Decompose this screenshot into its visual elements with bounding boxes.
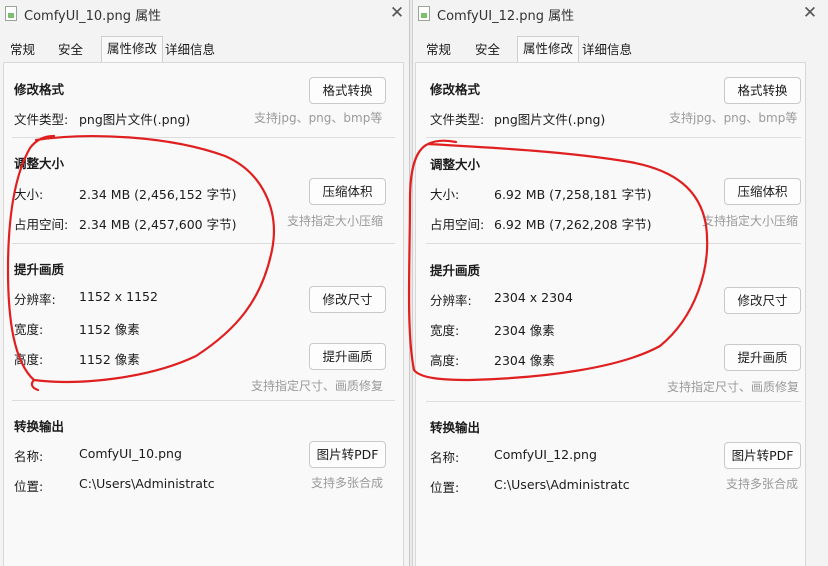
resolution-value: 2304 x 2304 [494, 290, 573, 305]
tab-panel: 修改格式 格式转换 文件类型: png图片文件(.png) 支持jpg、png、… [3, 62, 404, 566]
format-heading: 修改格式 [430, 82, 481, 97]
width-value: 2304 像素 [494, 323, 555, 338]
file-type-label: 文件类型: [430, 112, 485, 127]
divider [12, 137, 395, 138]
name-label: 名称: [14, 449, 44, 464]
png-file-icon [5, 6, 17, 21]
size-heading: 调整大小 [430, 157, 481, 172]
image-to-pdf-button[interactable]: 图片转PDF [309, 441, 386, 468]
width-value: 1152 像素 [79, 322, 140, 337]
window-title: ComfyUI_10.png 属性 [24, 9, 162, 24]
enhance-quality-button[interactable]: 提升画质 [309, 343, 386, 370]
resize-button[interactable]: 修改尺寸 [309, 286, 386, 313]
format-hint: 支持jpg、png、bmp等 [669, 111, 798, 125]
tab-security[interactable]: 安全 [475, 39, 500, 58]
tab-bar: 常规 安全 属性修改 详细信息 [413, 36, 828, 62]
file-type-value: png图片文件(.png) [494, 112, 606, 127]
resolution-label: 分辨率: [14, 292, 56, 307]
tab-general[interactable]: 常规 [426, 39, 451, 58]
disk-size-label: 占用空间: [430, 217, 485, 232]
disk-size-label: 占用空间: [14, 217, 69, 232]
disk-size-value: 2.34 MB (2,457,600 字节) [79, 217, 237, 232]
window-title: ComfyUI_12.png 属性 [437, 9, 575, 24]
size-label: 大小: [14, 187, 44, 202]
height-label: 高度: [430, 353, 460, 368]
width-label: 宽度: [430, 323, 460, 338]
name-value: ComfyUI_10.png [79, 446, 182, 461]
location-label: 位置: [430, 480, 460, 495]
tab-security[interactable]: 安全 [58, 39, 83, 58]
file-type-label: 文件类型: [14, 112, 69, 127]
width-label: 宽度: [14, 322, 44, 337]
format-hint: 支持jpg、png、bmp等 [254, 111, 383, 125]
quality-hint: 支持指定尺寸、画质修复 [667, 380, 800, 394]
resolution-value: 1152 x 1152 [79, 289, 158, 304]
divider [426, 137, 801, 138]
quality-heading: 提升画质 [14, 262, 65, 277]
height-label: 高度: [14, 352, 44, 367]
compress-hint: 支持指定大小压缩 [702, 214, 799, 228]
quality-heading: 提升画质 [430, 263, 481, 278]
height-value: 2304 像素 [494, 353, 555, 368]
compress-hint: 支持指定大小压缩 [287, 214, 384, 228]
output-heading: 转换输出 [14, 419, 65, 434]
name-label: 名称: [430, 450, 460, 465]
close-button[interactable]: ✕ [386, 2, 408, 24]
tab-property-edit[interactable]: 属性修改 [517, 36, 580, 62]
size-value: 6.92 MB (7,258,181 字节) [494, 187, 652, 202]
pdf-hint: 支持多张合成 [311, 476, 384, 490]
close-button[interactable]: ✕ [799, 2, 821, 24]
file-type-value: png图片文件(.png) [79, 112, 191, 127]
height-value: 1152 像素 [79, 352, 140, 367]
format-heading: 修改格式 [14, 82, 65, 97]
tab-details[interactable]: 详细信息 [582, 39, 632, 58]
tab-details[interactable]: 详细信息 [165, 39, 215, 58]
size-value: 2.34 MB (2,456,152 字节) [79, 187, 237, 202]
output-heading: 转换输出 [430, 420, 481, 435]
properties-window-left: ComfyUI_10.png 属性 ✕ 常规 安全 属性修改 详细信息 修改格式… [0, 0, 410, 566]
format-convert-button[interactable]: 格式转换 [724, 77, 801, 104]
disk-size-value: 6.92 MB (7,262,208 字节) [494, 217, 652, 232]
divider [12, 243, 395, 244]
size-heading: 调整大小 [14, 156, 65, 171]
divider [426, 401, 801, 402]
tab-panel: 修改格式 格式转换 文件类型: png图片文件(.png) 支持jpg、png、… [415, 62, 806, 566]
location-value: C:\Users\Administratc [494, 477, 630, 492]
resolution-label: 分辨率: [430, 293, 472, 308]
image-to-pdf-button[interactable]: 图片转PDF [724, 442, 801, 469]
resize-button[interactable]: 修改尺寸 [724, 287, 801, 314]
png-file-icon [418, 6, 430, 21]
compress-button[interactable]: 压缩体积 [724, 178, 801, 205]
location-value: C:\Users\Administratc [79, 476, 215, 491]
size-label: 大小: [430, 187, 460, 202]
tab-bar: 常规 安全 属性修改 详细信息 [0, 36, 409, 62]
enhance-quality-button[interactable]: 提升画质 [724, 344, 801, 371]
title-bar: ComfyUI_10.png 属性 ✕ [0, 0, 409, 28]
location-label: 位置: [14, 479, 44, 494]
quality-hint: 支持指定尺寸、画质修复 [251, 379, 384, 393]
compress-button[interactable]: 压缩体积 [309, 178, 386, 205]
divider [426, 243, 801, 244]
title-bar: ComfyUI_12.png 属性 ✕ [413, 0, 828, 28]
pdf-hint: 支持多张合成 [726, 477, 799, 491]
tab-general[interactable]: 常规 [10, 39, 35, 58]
divider [12, 400, 395, 401]
format-convert-button[interactable]: 格式转换 [309, 77, 386, 104]
name-value: ComfyUI_12.png [494, 447, 597, 462]
tab-property-edit[interactable]: 属性修改 [101, 36, 164, 62]
properties-window-right: ComfyUI_12.png 属性 ✕ 常规 安全 属性修改 详细信息 修改格式… [412, 0, 828, 566]
